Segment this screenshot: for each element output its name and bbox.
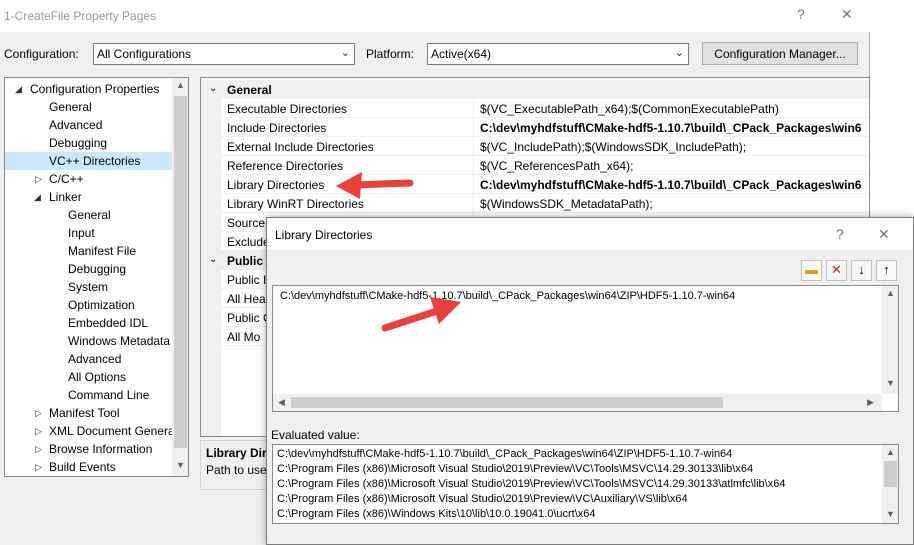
evaluated-value-label: Evaluated value: (271, 428, 360, 442)
evaluated-line: C:\dev\myhdfstuff\CMake-hdf5-1.10.7\buil… (277, 448, 733, 460)
help-button[interactable]: ? (797, 6, 805, 22)
close-button[interactable]: ✕ (841, 6, 853, 23)
hscroll-thumb[interactable] (291, 397, 723, 408)
property-row-library-winrt-directories[interactable]: Library WinRT Directories $(WindowsSDK_M… (221, 194, 869, 213)
scroll-down-icon[interactable]: ▼ (176, 460, 185, 470)
category-general[interactable]: ⌄ General (201, 80, 869, 99)
dialog-title-bar: Library Directories ? ✕ (267, 218, 913, 250)
evaluated-value-box: C:\dev\myhdfstuff\CMake-hdf5-1.10.7\buil… (272, 444, 899, 524)
configuration-value: All Configurations (97, 47, 192, 61)
tree-item-advanced[interactable]: Advanced (5, 116, 173, 134)
scroll-down-icon[interactable]: ▼ (886, 378, 895, 388)
evaluated-line: C:\Program Files (x86)\Microsoft Visual … (277, 478, 786, 490)
evaluated-line: C:\Program Files (x86)\Microsoft Visual … (277, 493, 688, 505)
tree-item-browse-information[interactable]: ▷ Browse Information (5, 440, 173, 458)
scroll-up-icon[interactable]: ▲ (886, 288, 895, 298)
collapsed-icon[interactable]: ▷ (35, 444, 42, 455)
collapsed-icon[interactable]: ▷ (35, 408, 42, 419)
collapsed-icon[interactable]: ▷ (35, 174, 42, 185)
evaluated-scrollbar[interactable]: ▲ ▼ (882, 445, 898, 523)
tree-item-debugging[interactable]: Debugging (5, 134, 173, 152)
new-line-button[interactable]: ▬ (801, 260, 822, 281)
window-title: 1-CreateFile Property Pages (4, 9, 157, 23)
collapsed-icon[interactable]: ▷ (35, 426, 42, 437)
configuration-select[interactable]: All Configurations ⌄ (93, 43, 355, 65)
tree-item-build-events[interactable]: ▷ Build Events (5, 458, 173, 476)
chevron-down-icon: ⌄ (674, 47, 684, 59)
arrow-down-icon: ↓ (858, 262, 865, 277)
dialog-help-button[interactable]: ? (836, 226, 844, 242)
move-down-button[interactable]: ↓ (851, 260, 872, 281)
description-title: Library Dir (206, 446, 267, 460)
expanded-icon[interactable]: ◢ (15, 84, 22, 95)
configuration-label: Configuration: (4, 47, 79, 61)
tree-item-linker-manifest-file[interactable]: Manifest File (5, 242, 173, 260)
tree-item-linker-command-line[interactable]: Command Line (5, 386, 173, 404)
chevron-down-icon: ⌄ (340, 47, 350, 59)
tree-item-xml-document-generator[interactable]: ▷ XML Document Genera (5, 422, 175, 440)
directory-list-vscrollbar[interactable]: ▲ ▼ (882, 286, 898, 394)
tree-scrollbar[interactable]: ▲ ▼ (172, 78, 188, 476)
property-row-executable-directories[interactable]: Executable Directories $(VC_ExecutablePa… (221, 99, 869, 118)
evaluated-line: C:\Program Files (x86)\Windows Kits\10\l… (277, 508, 596, 520)
tree-item-linker-debugging[interactable]: Debugging (5, 260, 173, 278)
tree-item-linker[interactable]: ◢ Linker (5, 188, 173, 206)
tree-item-linker-advanced[interactable]: Advanced (5, 350, 173, 368)
evaluated-scroll-thumb[interactable] (884, 461, 897, 487)
title-bar: 1-CreateFile Property Pages ? ✕ (0, 0, 870, 32)
tree-item-linker-input[interactable]: Input (5, 224, 173, 242)
tree-item-linker-windows-metadata[interactable]: Windows Metadata (5, 332, 173, 350)
description-text: Path to use (206, 463, 267, 477)
delete-icon: ✕ (831, 262, 842, 277)
property-row-reference-directories[interactable]: Reference Directories $(VC_ReferencesPat… (221, 156, 869, 175)
scroll-down-icon[interactable]: ▼ (886, 509, 895, 519)
tree-item-c-cpp[interactable]: ▷ C/C++ (5, 170, 173, 188)
dialog-title: Library Directories (275, 228, 373, 242)
platform-value: Active(x64) (431, 47, 492, 61)
expanded-icon[interactable]: ⌄ (209, 83, 217, 94)
platform-select[interactable]: Active(x64) ⌄ (427, 43, 689, 65)
tree-item-linker-system[interactable]: System (5, 278, 173, 296)
delete-button[interactable]: ✕ (826, 260, 847, 281)
expanded-icon[interactable]: ⌄ (209, 254, 217, 265)
scroll-left-icon[interactable]: ◀ (278, 397, 285, 408)
move-up-button[interactable]: ↑ (876, 260, 897, 281)
directory-list-hscrollbar[interactable]: ◀ ▶ (273, 394, 882, 411)
tree-scroll-thumb[interactable] (174, 96, 187, 448)
tree-item-vc-directories[interactable]: VC++ Directories (5, 152, 173, 170)
tree-item-linker-optimization[interactable]: Optimization (5, 296, 173, 314)
collapsed-icon[interactable]: ▷ (35, 462, 42, 473)
property-row-include-directories[interactable]: Include Directories C:\dev\myhdfstuff\CM… (221, 118, 869, 137)
dialog-close-button[interactable]: ✕ (878, 226, 890, 243)
tree-item-linker-general[interactable]: General (5, 206, 173, 224)
directory-list[interactable]: C:\dev\myhdfstuff\CMake-hdf5-1.10.7\buil… (272, 285, 899, 412)
library-directories-dialog: Library Directories ? ✕ ▬ ✕ ↓ ↑ C:\dev\m… (266, 217, 914, 545)
directory-entry[interactable]: C:\dev\myhdfstuff\CMake-hdf5-1.10.7\buil… (280, 290, 735, 302)
tree-item-linker-embedded-idl[interactable]: Embedded IDL (5, 314, 173, 332)
property-row-library-directories[interactable]: Library Directories C:\dev\myhdfstuff\CM… (221, 175, 869, 194)
platform-label: Platform: (366, 47, 415, 61)
evaluated-line: C:\Program Files (x86)\Microsoft Visual … (277, 463, 754, 475)
new-folder-icon: ▬ (805, 262, 818, 277)
expanded-icon[interactable]: ◢ (34, 192, 41, 203)
tree-item-manifest-tool[interactable]: ▷ Manifest Tool (5, 404, 173, 422)
property-tree: ◢ Configuration Properties General Advan… (4, 77, 189, 477)
scroll-up-icon[interactable]: ▲ (886, 447, 895, 457)
arrow-up-icon: ↑ (883, 262, 890, 277)
tree-item-configuration-properties[interactable]: ◢ Configuration Properties (5, 80, 173, 98)
configuration-manager-button[interactable]: Configuration Manager... (702, 42, 858, 65)
scroll-up-icon[interactable]: ▲ (176, 80, 185, 90)
property-row-external-include-directories[interactable]: External Include Directories $(VC_Includ… (221, 137, 869, 156)
tree-item-general[interactable]: General (5, 98, 173, 116)
scroll-right-icon[interactable]: ▶ (867, 397, 874, 408)
tree-item-linker-all-options[interactable]: All Options (5, 368, 173, 386)
